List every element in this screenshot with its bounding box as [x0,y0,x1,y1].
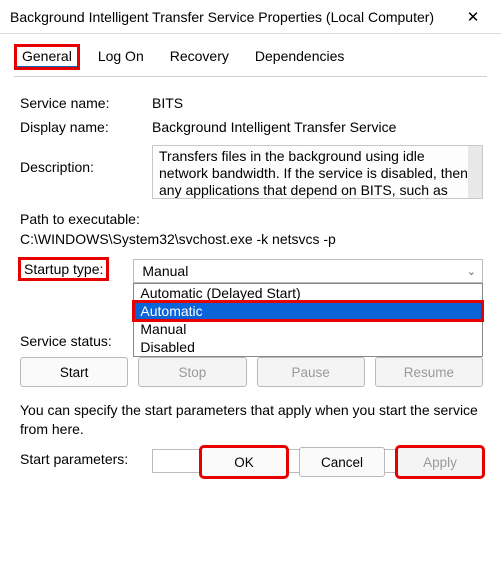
pause-button: Pause [257,357,365,387]
tab-logon[interactable]: Log On [92,46,150,68]
stop-button: Stop [138,357,246,387]
scrollbar[interactable] [468,146,482,198]
tab-strip: General Log On Recovery Dependencies [14,42,487,77]
tab-recovery[interactable]: Recovery [164,46,235,68]
resume-button: Resume [375,357,483,387]
label-path: Path to executable: [20,209,483,229]
option-auto-delayed[interactable]: Automatic (Delayed Start) [134,284,482,302]
description-text: Transfers files in the background using … [159,148,468,199]
general-panel: Service name: BITS Display name: Backgro… [14,77,487,473]
label-start-params: Start parameters: [20,449,152,467]
window-title: Background Intelligent Transfer Service … [10,9,453,25]
label-startup-type: Startup type: [20,259,107,279]
description-box[interactable]: Transfers files in the background using … [152,145,483,199]
close-icon[interactable]: ✕ [453,8,493,26]
option-automatic[interactable]: Automatic [134,302,482,320]
start-params-note: You can specify the start parameters tha… [20,401,483,439]
startup-type-select[interactable]: Manual ⌄ [133,259,483,283]
tab-general[interactable]: General [16,46,78,68]
dialog-footer: OK Cancel Apply [201,447,483,477]
ok-button[interactable]: OK [201,447,287,477]
label-display-name: Display name: [20,117,152,135]
dialog-content: General Log On Recovery Dependencies Ser… [0,34,501,491]
tab-dependencies[interactable]: Dependencies [249,46,351,68]
startup-type-value: Manual [142,263,188,279]
chevron-down-icon: ⌄ [467,265,476,278]
label-service-status: Service status: [20,331,152,349]
option-manual[interactable]: Manual [134,320,482,338]
label-description: Description: [20,145,152,199]
option-disabled[interactable]: Disabled [134,338,482,356]
value-path: C:\WINDOWS\System32\svchost.exe -k netsv… [20,229,483,249]
label-service-name: Service name: [20,93,152,111]
service-control-buttons: Start Stop Pause Resume [20,357,483,387]
titlebar: Background Intelligent Transfer Service … [0,0,501,34]
apply-button: Apply [397,447,483,477]
value-service-name: BITS [152,93,483,111]
value-display-name: Background Intelligent Transfer Service [152,117,483,135]
cancel-button[interactable]: Cancel [299,447,385,477]
start-button[interactable]: Start [20,357,128,387]
startup-type-dropdown: Automatic (Delayed Start) Automatic Manu… [133,283,483,357]
